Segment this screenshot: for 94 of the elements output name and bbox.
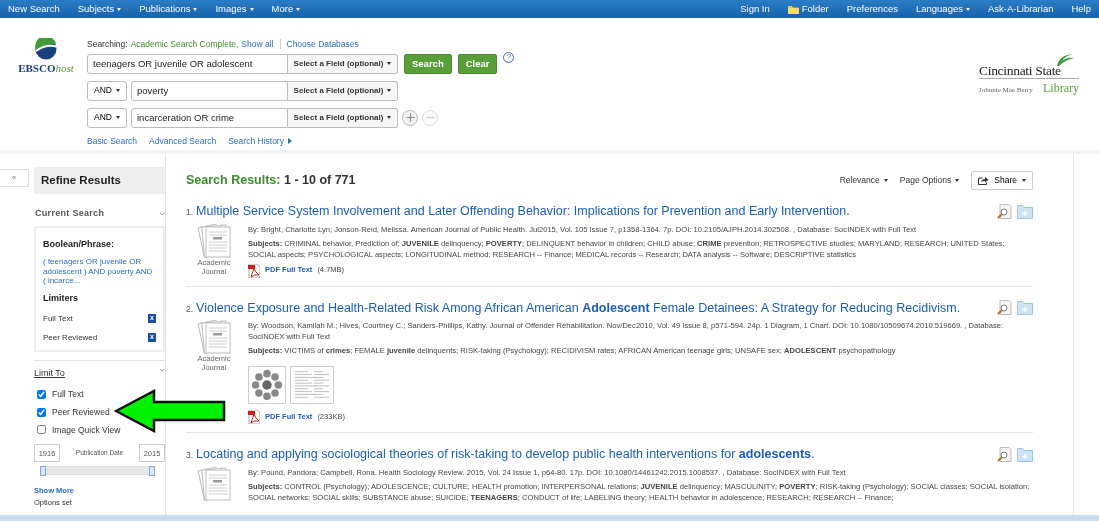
add-to-folder-icon[interactable] [1017, 447, 1033, 463]
preview-icon[interactable] [997, 203, 1012, 219]
library-name: Cincinnati State [979, 64, 1079, 80]
ebsco-logo-icon [33, 38, 59, 60]
result-title-link[interactable]: Multiple Service System Involvement and Later Offending Behavior: Implications for Prevention and Early Intervention. [196, 201, 994, 221]
chart-thumbnail[interactable] [290, 366, 334, 405]
show-all-link[interactable]: Show all [241, 38, 274, 51]
boolean-phrase-label: Boolean/Phrase: [43, 237, 116, 251]
option-label: Full Text [52, 388, 84, 401]
checkbox[interactable] [37, 407, 46, 417]
current-search-heading: Current Search [35, 207, 105, 221]
collapse-sidebar-button[interactable]: « [0, 169, 29, 187]
folder-icon [787, 4, 799, 14]
share-button[interactable]: Share [971, 171, 1033, 190]
preview-icon[interactable] [997, 447, 1012, 463]
operator-dropdown[interactable]: AND [87, 107, 127, 128]
nav-dropdown[interactable]: Subjects [68, 1, 131, 17]
nav-dropdown[interactable]: Publications [130, 1, 207, 17]
result-number: 3. [186, 449, 194, 462]
result-number: 1. [186, 205, 194, 219]
nav-dropdown[interactable]: More [262, 1, 310, 17]
checkbox[interactable] [37, 389, 46, 399]
search-link[interactable]: Advanced Search [149, 134, 217, 148]
search-input-field[interactable]: poverty [131, 80, 288, 101]
result-title-link[interactable]: Locating and applying sociological theories of risk-taking to develop public health interventions for adolescents. [196, 445, 994, 464]
caret-icon [387, 116, 392, 120]
chevron-icon[interactable] [159, 211, 165, 217]
add-row-button[interactable] [402, 109, 418, 126]
option-label: Image Quick View [52, 423, 121, 437]
field-select-dropdown[interactable]: Select a Field (optional) [288, 80, 398, 101]
diagram-thumbnail[interactable] [248, 366, 286, 405]
result-number: 2. [186, 302, 194, 316]
clear-button[interactable]: Clear [457, 53, 498, 74]
caret-icon [1022, 178, 1026, 182]
share-icon [978, 175, 990, 185]
nav-dropdown[interactable]: Images [206, 1, 263, 17]
sort-dropdown[interactable]: Relevance [839, 174, 888, 187]
nav-link[interactable]: Preferences [837, 1, 907, 17]
nav-link[interactable]: Help [1062, 1, 1091, 17]
result-title-link[interactable]: Violence Exposure and Health-Related Risk Among African American Adolescent Female Detainees: A Strategy for Reducing Recidivism. [196, 298, 994, 318]
nav-link[interactable]: Folder [778, 1, 838, 17]
caret-icon [193, 7, 198, 11]
triangle-icon [287, 138, 292, 145]
journal-icon [197, 467, 231, 501]
refine-results-heading: Refine Results [34, 167, 165, 195]
pdf-icon [248, 263, 260, 278]
journal-icon [197, 320, 231, 355]
caret-icon [387, 89, 392, 93]
checkbox[interactable] [37, 425, 46, 435]
option-label: Peer Reviewed [52, 405, 110, 419]
slider-handle[interactable] [40, 466, 46, 477]
search-input-field[interactable]: incarceration OR crime [131, 107, 288, 128]
caret-icon [115, 116, 120, 120]
limiter-label: Full Text [43, 312, 73, 325]
caret-icon [117, 7, 122, 11]
nav-dropdown[interactable]: Languages [906, 1, 979, 17]
preview-icon[interactable] [997, 300, 1012, 316]
caret-icon [115, 89, 120, 93]
library-label: Library [1043, 80, 1079, 98]
journal-icon [197, 223, 231, 258]
page-options-dropdown[interactable]: Page Options [899, 174, 960, 187]
limit-to-heading: Limit To [34, 366, 65, 380]
add-to-folder-icon[interactable] [1017, 203, 1033, 219]
caret-icon [883, 178, 888, 182]
choose-databases-link[interactable]: Choose Databases [286, 38, 359, 51]
slider-handle[interactable] [149, 466, 155, 477]
database-name: Academic Search Complete, [130, 38, 239, 51]
boolean-query-link[interactable]: ( teenagers OR juvenile OR adolescent ) AND poverty AND ( incarce... [43, 257, 156, 287]
add-to-folder-icon[interactable] [1017, 300, 1033, 316]
search-link[interactable]: Search History [228, 134, 292, 148]
caret-icon [387, 62, 392, 66]
pdf-icon [248, 410, 260, 425]
limiter-label: Peer Reviewed [43, 331, 98, 344]
nav-link[interactable]: Ask-A-Librarian [979, 1, 1063, 17]
field-select-dropdown[interactable]: Select a Field (optional) [288, 53, 398, 74]
caret-icon [249, 7, 254, 11]
ebscohost-logo: EBSCOhost [18, 61, 74, 76]
results-count-heading: Search Results: 1 - 10 of 771 [186, 172, 356, 189]
leaf-icon [1055, 53, 1075, 67]
search-input-field[interactable]: teenagers OR juvenile OR adolescent [87, 53, 288, 74]
caret-icon [966, 7, 970, 11]
caret-icon [955, 178, 960, 182]
limiters-label: Limiters [43, 292, 79, 306]
plus-icon [405, 113, 415, 123]
field-select-dropdown[interactable]: Select a Field (optional) [288, 107, 398, 128]
operator-dropdown[interactable]: AND [87, 80, 127, 101]
search-button[interactable]: Search [404, 53, 452, 74]
caret-icon [296, 7, 301, 11]
nav-link[interactable]: New Search [8, 1, 69, 17]
searching-label: Searching: [87, 38, 128, 51]
nav-link[interactable]: Sign In [731, 1, 779, 17]
chevron-icon[interactable] [159, 366, 165, 373]
date-range-slider[interactable] [42, 466, 153, 476]
search-link[interactable]: Basic Search [87, 134, 138, 148]
